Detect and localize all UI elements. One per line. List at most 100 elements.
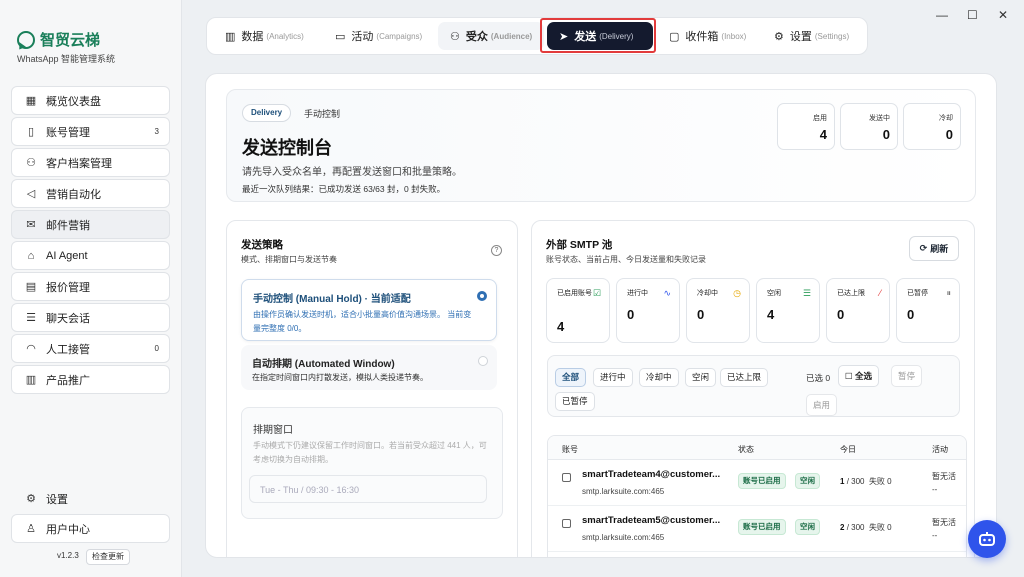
status-badge: 账号已启用 (738, 473, 786, 489)
option-manual-hold[interactable]: 手动控制 (Manual Hold) · 当前适配 由操作员确认发送时机，适合小… (241, 279, 497, 341)
account-email: smartTradeteam5@customer... (582, 515, 721, 526)
filter-cooling[interactable]: 冷却中 (639, 368, 679, 387)
sidebar-item-ai-agent[interactable]: ⌂ AI Agent (11, 241, 170, 270)
state-badge: 空闲 (795, 473, 820, 489)
user-icon: ♙ (26, 523, 36, 535)
status-badge: 账号已启用 (738, 519, 786, 535)
schedule-window-title: 排期窗口 (253, 425, 293, 436)
stat-sending: 发送中 0 (840, 103, 898, 150)
smtp-stat-paused: 已暂停 ⏸ 0 (896, 278, 960, 343)
strategy-subtitle: 模式、排期窗口与发送节奏 (241, 255, 337, 264)
tab-settings[interactable]: ⚙ 设置 (Settings) (762, 22, 861, 50)
gear-icon: ⚙ (26, 493, 36, 505)
filter-limit-reached[interactable]: 已达上限 (720, 368, 769, 387)
tab-campaigns[interactable]: ▭ 活动 (Campaigns) (323, 22, 434, 50)
filter-paused[interactable]: 已暂停 (555, 392, 595, 411)
account-host: smtp.larksuite.com:465 (582, 487, 665, 496)
document-icon: ▤ (25, 281, 37, 293)
selected-count: 已选 0 (806, 373, 831, 383)
table-row[interactable]: smartTradeteam5@customer... smtp.larksui… (548, 506, 966, 552)
stat-cooldown: 冷却 0 (903, 103, 961, 150)
smtp-stat-idle: 空闲 ☰ 4 (756, 278, 820, 343)
smtp-stat-cooling: 冷却中 ◷ 0 (686, 278, 750, 343)
app-subtitle: WhatsApp 智能管理系统 (17, 54, 116, 64)
checkbox-icon: ☐ (845, 371, 855, 381)
whatsapp-logo-icon (17, 30, 35, 49)
users-icon: ⚇ (26, 157, 36, 169)
sidebar-item-dashboard[interactable]: ▦ 概览仪表盘 (11, 86, 170, 115)
smtp-table: 账号 状态 今日 活动 smartTradeteam4@customer... … (547, 435, 967, 557)
tab-audience[interactable]: ⚇ 受众 (Audience) (438, 22, 545, 50)
map-icon: ▥ (25, 374, 37, 386)
tab-inbox[interactable]: ▢ 收件箱 (Inbox) (657, 22, 758, 50)
sidebar-settings[interactable]: ⚙ 设置 (11, 484, 170, 513)
sidebar-item-accounts[interactable]: ▯ 账号管理 3 (11, 117, 170, 146)
app-version: v1.2.3 (57, 551, 79, 560)
today-count: 1 / 300 失败 0 (840, 477, 892, 486)
delivery-page: Delivery 手动控制 发送控制台 请先导入受众名单，再配置发送窗口和批量策… (205, 73, 997, 558)
filter-all[interactable]: 全部 (555, 368, 587, 387)
smtp-stat-in-progress: 进行中 ∿ 0 (616, 278, 680, 343)
app-name: 智贸云梯 (40, 32, 101, 49)
account-email: smartTradeteam4@customer... (582, 469, 721, 480)
maximize-icon[interactable]: ☐ (967, 8, 978, 22)
enable-button[interactable]: 启用 (806, 394, 838, 416)
row-checkbox[interactable] (562, 519, 571, 528)
clock-icon: ◷ (733, 288, 741, 298)
sidebar-item-product-promotion[interactable]: ▥ 产品推广 (11, 365, 170, 394)
schedule-window-desc: 手动模式下仍建议保留工作时间窗口。若当前受众超过 441 人，可考虑切换为自动排… (253, 441, 487, 464)
last-queue-result: 最近一次队列结果：已成功发送 63/63 封，0 封失败。 (242, 184, 446, 194)
robot-icon (979, 532, 995, 546)
radio-unselected[interactable] (478, 356, 488, 366)
filter-idle[interactable]: 空闲 (685, 368, 717, 387)
phone-icon: ▯ (27, 126, 35, 138)
schedule-window-input[interactable]: Tue - Thu / 09:30 - 16:30 (249, 475, 487, 503)
mode-label: 手动控制 (304, 109, 341, 119)
email-tabs: ▥ 数据 (Analytics) ▭ 活动 (Campaigns) ⚇ 受众 (Audien… (206, 17, 868, 55)
help-icon[interactable]: ? (491, 245, 502, 256)
sidebar: 智贸云梯 WhatsApp 智能管理系统 ▦ 概览仪表盘 ▯ 账号管理 3 ⚇ 客户档案… (0, 0, 182, 577)
sidebar-item-email-marketing[interactable]: ✉ 邮件营销 (11, 210, 170, 239)
bot-icon: ⌂ (27, 249, 35, 262)
tab-analytics[interactable]: ▥ 数据 (Analytics) (213, 22, 316, 50)
radio-selected[interactable] (477, 291, 487, 301)
users-icon: ⚇ (450, 30, 460, 43)
smtp-title: 外部 SMTP 池 (546, 239, 613, 251)
table-row[interactable]: smartTradeteam4@customer... smtp.larksui… (548, 460, 966, 506)
sidebar-item-chats[interactable]: ☰ 聊天会话 (11, 303, 170, 332)
pause-icon: ⏸ (946, 288, 951, 298)
option-automated-window[interactable]: 自动排期 (Automated Window) 在指定时间窗口内打散发送，模拟人… (241, 345, 497, 390)
sidebar-user-center[interactable]: ♙ 用户中心 (11, 514, 170, 543)
check-square-icon: ☑ (592, 288, 601, 298)
smtp-stat-enabled: 已启用账号 ☑ 4 (546, 278, 610, 343)
layout-icon: ▭ (335, 30, 346, 43)
stat-enabled: 启用 4 (777, 103, 835, 150)
dashboard-icon: ▦ (25, 95, 37, 107)
minimize-icon[interactable]: — (936, 8, 948, 22)
filter-in-progress[interactable]: 进行中 (593, 368, 633, 387)
gear-icon: ⚙ (774, 30, 784, 43)
delivery-pill: Delivery (242, 104, 292, 122)
row-checkbox[interactable] (562, 473, 571, 482)
server-icon: ☰ (802, 288, 811, 298)
delivery-tab-highlight (540, 18, 656, 53)
select-all-button[interactable]: ☐ 全选 (838, 365, 879, 387)
strategy-panel: 发送策略 模式、排期窗口与发送节奏 ? 手动控制 (Manual Hold) ·… (226, 220, 518, 557)
list-icon: ☰ (26, 312, 36, 324)
check-update-button[interactable]: 检查更新 (86, 549, 130, 565)
page-title: 发送控制台 (242, 138, 332, 158)
strategy-title: 发送策略 (241, 239, 283, 251)
refresh-button[interactable]: ⟳ 刷新 (909, 236, 959, 261)
sidebar-item-customers[interactable]: ⚇ 客户档案管理 (11, 148, 170, 177)
megaphone-icon: ◁ (26, 188, 36, 200)
assistant-button[interactable] (968, 520, 1006, 558)
sidebar-item-human-takeover[interactable]: ◠ 人工接管 0 (11, 334, 170, 363)
sidebar-item-quotes[interactable]: ▤ 报价管理 (11, 272, 170, 301)
sidebar-item-marketing-automation[interactable]: ◁ 营销自动化 (11, 179, 170, 208)
state-badge: 空闲 (795, 519, 820, 535)
smtp-subtitle: 账号状态、当前占用、今日发送量和失败记录 (546, 255, 706, 264)
chart-icon: ▥ (225, 30, 236, 43)
inbox-icon: ▢ (669, 30, 680, 43)
close-icon[interactable]: ✕ (998, 8, 1008, 22)
pause-button[interactable]: 暂停 (891, 365, 923, 387)
